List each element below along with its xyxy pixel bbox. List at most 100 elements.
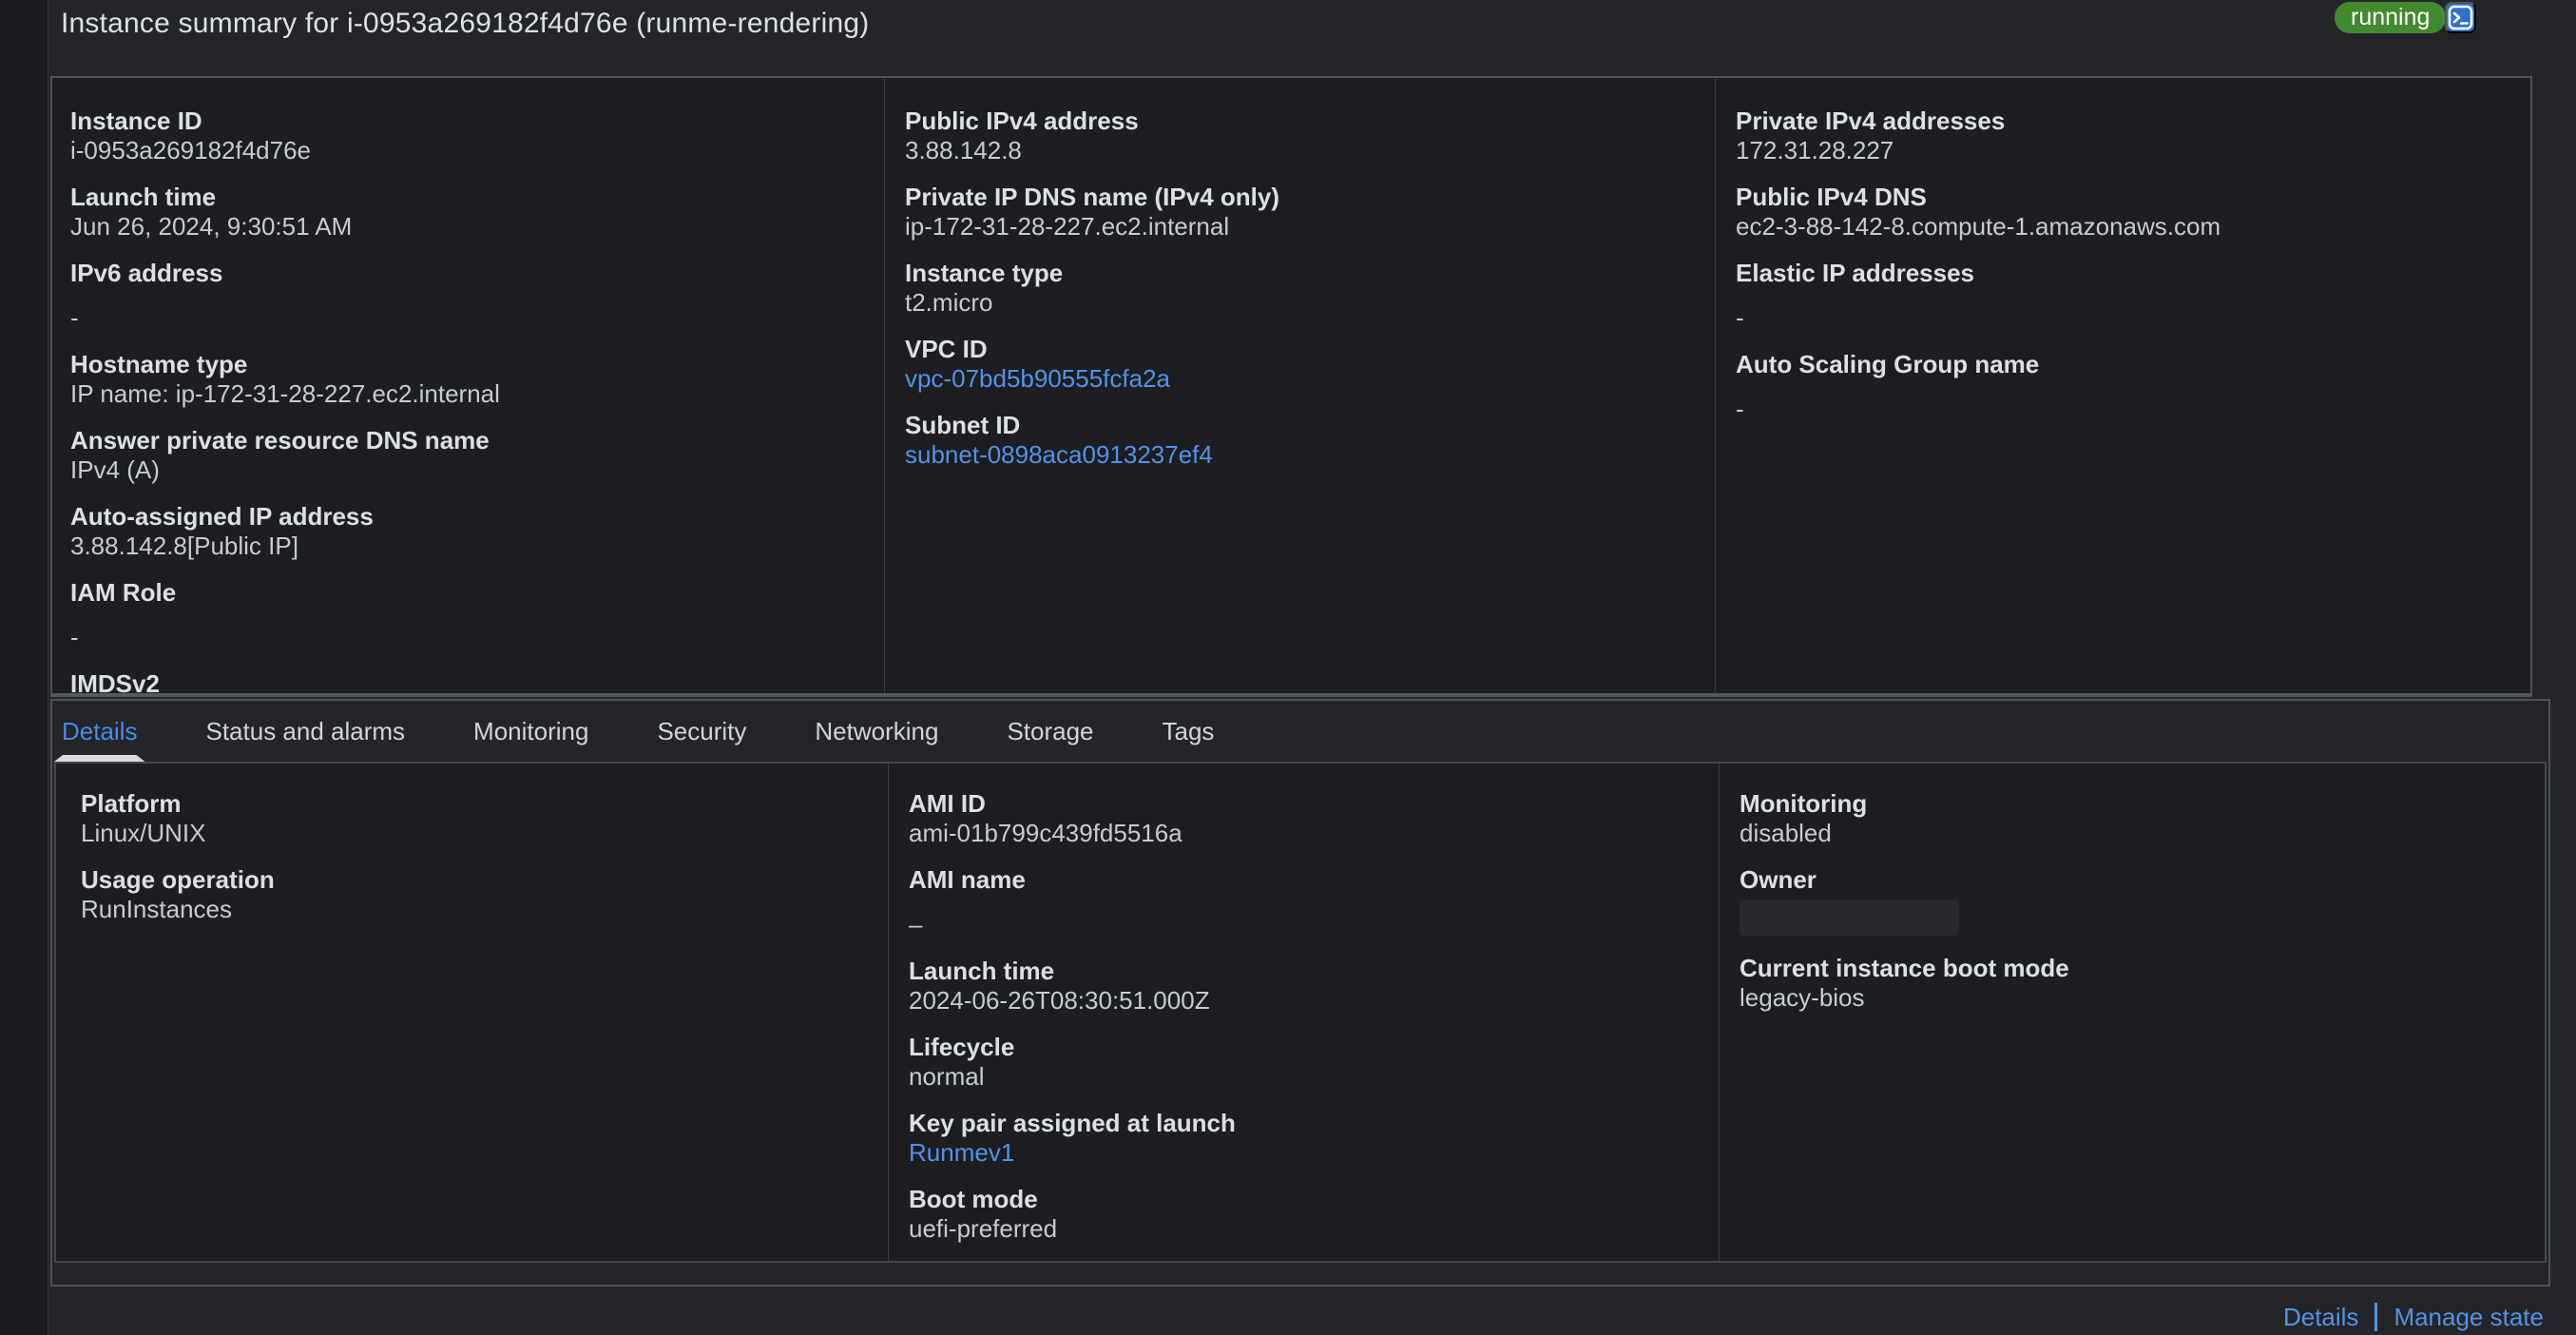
field-label: Elastic IP addresses [1736, 259, 1975, 287]
page-left-gutter [0, 0, 48, 1335]
field-label: Auto Scaling Group name [1736, 350, 2040, 378]
tab-networking[interactable]: Networking [815, 701, 938, 762]
field-value: normal [909, 1062, 985, 1091]
field-value: t2.micro [905, 288, 993, 317]
field-public-ipv4-address: Public IPv4 address 3.88.142.8 [905, 106, 1692, 164]
field-value: RunInstances [81, 895, 232, 923]
field-value: IP name: ip-172-31-28-227.ec2.internal [70, 379, 500, 408]
field-value: - [70, 623, 79, 651]
field-value: - [1736, 303, 1744, 332]
field-value: 2024-06-26T08:30:51.000Z [909, 986, 1210, 1015]
field-label: Hostname type [70, 350, 248, 378]
instance-summary-header: Instance summary for i-0953a269182f4d76e… [61, 8, 2538, 68]
summary-column-1: Instance ID i-0953a269182f4d76e Launch t… [52, 78, 884, 693]
field-platform: Platform Linux/UNIX [81, 789, 865, 847]
field-lifecycle: Lifecycle normal [909, 1033, 1696, 1091]
field-value: ami-01b799c439fd5516a [909, 819, 1182, 847]
field-public-ipv4-dns: Public IPv4 DNS ec2-3-88-142-8.compute-1… [1736, 183, 2508, 241]
field-value: 3.88.142.8 [905, 136, 1022, 164]
field-label: Private IP DNS name (IPv4 only) [905, 183, 1279, 211]
footer-link-details[interactable]: Details [2283, 1303, 2358, 1332]
field-label: VPC ID [905, 335, 988, 363]
field-value: 3.88.142.8[Public IP] [70, 532, 298, 560]
field-label: Subnet ID [905, 411, 1021, 439]
field-label: Launch time [70, 183, 217, 211]
field-label: Instance type [905, 259, 1064, 287]
field-label: Answer private resource DNS name [70, 426, 490, 455]
field-value: 172.31.28.227 [1736, 136, 1894, 164]
tab-storage[interactable]: Storage [1007, 701, 1093, 762]
instance-summary-panel: Instance ID i-0953a269182f4d76e Launch t… [50, 76, 2532, 697]
field-value: uefi-preferred [909, 1214, 1058, 1243]
summary-column-2: Public IPv4 address 3.88.142.8 Private I… [884, 78, 1715, 693]
field-imdsv2: IMDSv2 Required [70, 669, 861, 693]
field-elastic-ip-addresses: Elastic IP addresses - [1736, 259, 2508, 332]
field-label: IPv6 address [70, 259, 223, 287]
field-label: Lifecycle [909, 1033, 1015, 1061]
details-column-2: AMI ID ami-01b799c439fd5516a AMI name – … [888, 764, 1719, 1261]
field-label: Owner [1740, 865, 1817, 894]
field-launch-time: Launch time 2024-06-26T08:30:51.000Z [909, 957, 1696, 1015]
field-instance-id: Instance ID i-0953a269182f4d76e [70, 106, 861, 164]
field-monitoring: Monitoring disabled [1740, 789, 2522, 847]
redacted-value [1740, 900, 1959, 936]
field-answer-private-resource-dns-name: Answer private resource DNS name IPv4 (A… [70, 426, 861, 484]
field-label: Boot mode [909, 1185, 1038, 1213]
field-owner: Owner [1740, 865, 2522, 936]
field-hostname-type: Hostname type IP name: ip-172-31-28-227.… [70, 350, 861, 408]
split-panel-footer: Details Manage state [2283, 1299, 2544, 1335]
field-launch-time: Launch time Jun 26, 2024, 9:30:51 AM [70, 183, 861, 241]
field-value: - [1736, 395, 1744, 423]
status-badge: running [2335, 2, 2447, 33]
field-auto-assigned-ip-address: Auto-assigned IP address 3.88.142.8[Publ… [70, 502, 861, 560]
field-value: IPv4 (A) [70, 455, 160, 484]
field-value: ec2-3-88-142-8.compute-1.amazonaws.com [1736, 212, 2221, 241]
field-label: Public IPv4 address [905, 106, 1139, 135]
field-label: AMI ID [909, 789, 986, 818]
field-label: IMDSv2 [70, 669, 160, 693]
footer-link-manage-state[interactable]: Manage state [2393, 1303, 2544, 1332]
tab-security[interactable]: Security [657, 701, 746, 762]
field-value: ip-172-31-28-227.ec2.internal [905, 212, 1230, 241]
field-label: Monitoring [1740, 789, 1868, 818]
field-boot-mode: Boot mode uefi-preferred [909, 1185, 1696, 1243]
field-ami-id: AMI ID ami-01b799c439fd5516a [909, 789, 1696, 847]
field-private-ip-dns-name-ipv4-only: Private IP DNS name (IPv4 only) ip-172-3… [905, 183, 1692, 241]
field-ipv6-address: IPv6 address - [70, 259, 861, 332]
instance-tabs-container: Details Status and alarms Monitoring Securi… [50, 699, 2550, 1287]
details-grid: Platform Linux/UNIX Usage operation RunI… [56, 764, 2545, 1261]
field-key-pair-assigned-at-launch: Key pair assigned at launch Runmev1 [909, 1109, 1696, 1167]
field-label: Public IPv4 DNS [1736, 183, 1927, 211]
field-value: – [909, 910, 923, 938]
field-value-link[interactable]: vpc-07bd5b90555fcfa2a [905, 364, 1692, 393]
field-private-ipv4-addresses: Private IPv4 addresses 172.31.28.227 [1736, 106, 2508, 164]
field-vpc-id: VPC ID vpc-07bd5b90555fcfa2a [905, 335, 1692, 393]
details-column-1: Platform Linux/UNIX Usage operation RunI… [56, 764, 888, 1261]
field-value: i-0953a269182f4d76e [70, 136, 312, 164]
field-value-link[interactable]: Runmev1 [909, 1138, 1696, 1167]
field-label: AMI name [909, 865, 1026, 894]
tab-status-and-alarms[interactable]: Status and alarms [205, 701, 405, 762]
page-title: Instance summary for i-0953a269182f4d76e… [61, 8, 870, 39]
field-label: Usage operation [81, 865, 275, 894]
tab-monitoring[interactable]: Monitoring [473, 701, 588, 762]
field-label: Launch time [909, 957, 1055, 985]
field-value: disabled [1740, 819, 1832, 847]
field-ami-name: AMI name – [909, 865, 1696, 938]
field-current-instance-boot-mode: Current instance boot mode legacy-bios [1740, 954, 2522, 1012]
tab-details[interactable]: Details [62, 701, 137, 762]
field-label: Platform [81, 789, 182, 818]
tab-tags[interactable]: Tags [1163, 701, 1215, 762]
field-value: Jun 26, 2024, 9:30:51 AM [70, 212, 353, 241]
field-label: Auto-assigned IP address [70, 502, 374, 531]
connect-console-button[interactable] [2445, 2, 2476, 33]
field-value: Linux/UNIX [81, 819, 206, 847]
details-column-3: Monitoring disabled Owner Current instan… [1719, 764, 2545, 1261]
field-iam-role: IAM Role - [70, 578, 861, 651]
field-label: Instance ID [70, 106, 202, 135]
field-value-link[interactable]: subnet-0898aca0913237ef4 [905, 440, 1692, 469]
terminal-icon [2445, 2, 2476, 33]
field-subnet-id: Subnet ID subnet-0898aca0913237ef4 [905, 411, 1692, 469]
field-label: IAM Role [70, 578, 177, 607]
field-value: legacy-bios [1740, 983, 1865, 1012]
